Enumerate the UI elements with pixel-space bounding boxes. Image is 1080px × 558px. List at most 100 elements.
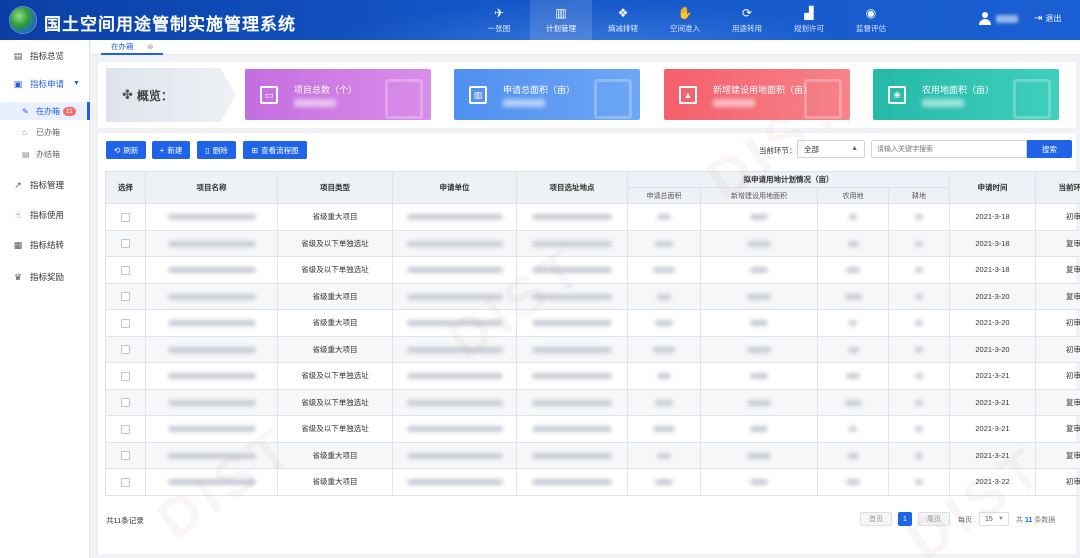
sidebar-sub-closed[interactable]: ▤ 办结箱 xyxy=(0,145,90,163)
user-menu[interactable] xyxy=(978,12,1018,26)
tab-inbox[interactable]: 在办箱 ⊗ xyxy=(101,40,164,55)
view-flowchart-button[interactable]: ⊞ 查看流程图 xyxy=(243,141,307,159)
table-row[interactable]: 省级重大项目 2021-3-21 复审 xyxy=(105,441,1080,469)
search-button[interactable]: 搜索 xyxy=(1027,140,1072,158)
cell-select[interactable] xyxy=(105,415,146,443)
row-checkbox[interactable] xyxy=(121,398,130,407)
redacted-value xyxy=(657,373,671,380)
row-checkbox[interactable] xyxy=(121,212,130,222)
button-label: 新建 xyxy=(167,145,183,155)
sidebar-item-manage[interactable]: ↗ 指标管理 xyxy=(0,175,90,195)
table-row[interactable]: 省级重大项目 2021-3-20 复审 xyxy=(105,282,1080,310)
nav-item-0[interactable]: ✈ 一张图 xyxy=(468,0,530,40)
close-icon[interactable]: ⊗ xyxy=(148,43,154,51)
cell-select[interactable] xyxy=(105,229,146,257)
sidebar-sub-done[interactable]: ⌂ 已办箱 xyxy=(0,123,90,141)
nav-item-label: 计划管理 xyxy=(546,24,576,33)
cell-plan-total xyxy=(627,256,701,284)
cell-plan-farm xyxy=(888,282,950,310)
table-row[interactable]: 省级重大项目 2021-3-22 初审 xyxy=(105,468,1080,496)
sidebar-item-carryover[interactable]: ▦ 指标结转 xyxy=(0,235,90,255)
stat-card-value xyxy=(503,99,545,107)
new-button[interactable]: + 新建 xyxy=(152,141,190,159)
cell-select[interactable] xyxy=(105,388,146,416)
cell-plan-total xyxy=(627,203,701,231)
stat-card-project-count: ▭ 项目总数（个） xyxy=(245,69,431,120)
cell-select[interactable] xyxy=(105,441,146,469)
table-row[interactable]: 省级及以下单独选址 2021-3-18 复审 xyxy=(105,256,1080,284)
redacted-value xyxy=(747,399,771,406)
redacted-value xyxy=(655,479,673,486)
delete-button[interactable]: ▯ 删除 xyxy=(197,141,236,159)
nav-item-1[interactable]: ▥ 计划管理 xyxy=(530,0,592,40)
cell-select[interactable] xyxy=(105,335,146,363)
cell-location xyxy=(516,388,628,416)
row-checkbox[interactable] xyxy=(121,318,130,328)
cell-select[interactable] xyxy=(105,468,146,496)
row-checkbox[interactable] xyxy=(121,477,130,487)
redacted-value xyxy=(915,267,923,274)
first-page-button[interactable]: 首页 xyxy=(860,512,892,526)
table-row[interactable]: 省级重大项目 2021-3-20 初审 xyxy=(105,335,1080,363)
row-checkbox[interactable] xyxy=(121,451,130,460)
nav-item-3[interactable]: ✋ 空间准入 xyxy=(654,0,716,40)
sidebar-sub-label: 在办箱 xyxy=(36,106,60,116)
cell-time: 2021-3-21 xyxy=(949,388,1036,416)
table-row[interactable]: 省级重大项目 2021-3-18 初审 xyxy=(105,203,1080,231)
sidebar-item-reward[interactable]: ♛ 指标奖励 xyxy=(0,267,90,287)
cell-location xyxy=(516,309,628,337)
button-label: 删除 xyxy=(212,145,228,155)
row-checkbox[interactable] xyxy=(121,345,130,354)
cell-plan-agri xyxy=(817,468,889,496)
cell-select[interactable] xyxy=(105,282,146,310)
cell-stage: 初审 xyxy=(1035,203,1080,231)
nav-item-2[interactable]: ❖ 熵减排辖 xyxy=(592,0,654,40)
redacted-value xyxy=(406,426,503,433)
row-checkbox[interactable] xyxy=(121,265,130,275)
cell-unit xyxy=(392,203,517,231)
redacted-value xyxy=(167,240,256,247)
logout-label: 退出 xyxy=(1045,14,1062,23)
refresh-button[interactable]: ⟲ 刷新 xyxy=(106,141,146,159)
cell-type: 省级及以下单独选址 xyxy=(277,388,393,416)
row-checkbox[interactable] xyxy=(121,371,130,381)
redacted-value xyxy=(657,214,671,221)
sidebar-sub-inbox[interactable]: ✎ 在办箱 11 xyxy=(0,102,90,120)
cell-select[interactable] xyxy=(105,362,146,390)
search-input[interactable] xyxy=(871,140,1027,158)
table-row[interactable]: 省级及以下单独选址 2021-3-21 复审 xyxy=(105,415,1080,443)
col-plan-group: 拟申请用地计划情况（亩） xyxy=(627,171,950,188)
row-checkbox[interactable] xyxy=(121,424,130,434)
table-row[interactable]: 省级及以下单独选址 2021-3-18 复审 xyxy=(105,229,1080,257)
cell-select[interactable] xyxy=(105,309,146,337)
cell-unit xyxy=(392,362,517,390)
table-row[interactable]: 省级及以下单独选址 2021-3-21 复审 xyxy=(105,388,1080,416)
logout-icon: ⇥ xyxy=(1034,13,1043,24)
sidebar-item-apply[interactable]: ▣ 指标申请 ▼ xyxy=(0,74,90,94)
nav-item-4[interactable]: ⟳ 用途转用 xyxy=(716,0,778,40)
table-row[interactable]: 省级重大项目 2021-3-20 初审 xyxy=(105,309,1080,337)
cell-select[interactable] xyxy=(105,203,146,231)
page-size-select[interactable]: 15 ▼ xyxy=(979,512,1009,526)
last-page-button[interactable]: 尾页 xyxy=(918,512,950,526)
row-checkbox[interactable] xyxy=(121,239,130,248)
nav-item-6[interactable]: ◉ 监督评估 xyxy=(840,0,902,40)
sidebar-item-overview[interactable]: ▤ 指标总览 xyxy=(0,46,90,66)
cell-time: 2021-3-20 xyxy=(949,282,1036,310)
row-checkbox[interactable] xyxy=(121,292,130,301)
cell-unit xyxy=(392,282,517,310)
cell-select[interactable] xyxy=(105,256,146,284)
redacted-value xyxy=(657,452,671,459)
logout-button[interactable]: ⇥ 退出 xyxy=(1034,13,1061,24)
table-row[interactable]: 省级及以下单独选址 2021-3-21 初审 xyxy=(105,362,1080,390)
cell-plan-agri xyxy=(817,203,889,231)
redacted-value xyxy=(167,293,256,300)
nav-item-5[interactable]: ▟ 规划许可 xyxy=(778,0,840,40)
total-count: 11 xyxy=(1024,517,1033,524)
col-time: 申请时间 xyxy=(949,171,1036,204)
redacted-value xyxy=(915,320,923,327)
stat-card-value xyxy=(922,99,964,107)
stage-filter-select[interactable]: 全部 ▲ xyxy=(797,140,865,158)
sidebar-item-use[interactable]: ☝ 指标使用 xyxy=(0,205,90,225)
page-1-button[interactable]: 1 xyxy=(898,512,912,526)
